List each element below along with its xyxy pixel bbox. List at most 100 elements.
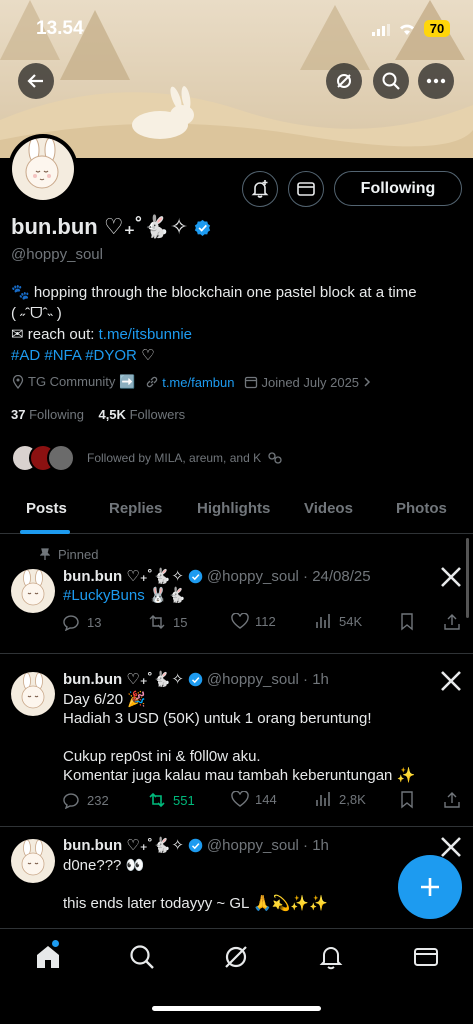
post-text-line: Komentar juga kalau mau tambah keberuntu… — [63, 767, 416, 784]
post-text: d0ne??? 👀 this ends later todayyy ~ GL 🙏… — [63, 856, 443, 913]
search-icon[interactable] — [128, 943, 156, 971]
chevron-right-icon[interactable] — [362, 376, 372, 388]
compose-post-button[interactable] — [398, 855, 462, 919]
like-button[interactable]: 144 — [231, 791, 277, 807]
post-text-line: Hadiah 3 USD (50K) untuk 1 orang beruntu… — [63, 710, 372, 727]
following-count-link[interactable]: 37 Following — [11, 407, 84, 422]
like-button[interactable]: 112 — [231, 613, 276, 629]
reply-icon — [63, 615, 79, 631]
bio-line: ✉ reach out: t.me/itsbunnie — [11, 324, 461, 345]
analytics-icon — [316, 614, 330, 628]
tab-videos[interactable]: Videos — [304, 500, 353, 517]
post-text-line: Day 6/20 🎉 — [63, 691, 146, 708]
repost-button[interactable]: 15 — [147, 613, 187, 631]
post-author-name[interactable]: bun.bun ♡₊˚🐇✧ — [63, 670, 184, 688]
following-count: 37 — [11, 407, 26, 422]
bio-hashtags[interactable]: #AD #NFA #DYOR — [11, 347, 137, 364]
views-count: 54K — [339, 613, 363, 629]
bunny-girl-avatar-icon — [21, 672, 45, 709]
bio-heart: ♡ — [141, 347, 155, 364]
reply-count: 13 — [87, 614, 102, 630]
status-bar: 13.54 70 — [0, 0, 473, 56]
bell-plus-icon — [251, 180, 269, 198]
followed-by-text: Followed by MILA, areum, and K — [87, 451, 262, 465]
back-button[interactable] — [18, 63, 54, 99]
like-count: 144 — [255, 791, 277, 807]
more-button[interactable] — [418, 63, 454, 99]
views-button[interactable]: 54K — [315, 613, 362, 629]
post-author-name[interactable]: bun.bun ♡₊˚🐇✧ — [63, 836, 184, 854]
repost-icon — [149, 615, 165, 629]
plus-icon — [421, 878, 439, 896]
website-item[interactable]: t.me/fambun — [145, 375, 234, 390]
post-author-avatar[interactable] — [11, 839, 55, 883]
reply-button[interactable]: 13 — [63, 613, 101, 631]
following-button[interactable]: Following — [334, 171, 462, 206]
bio-telegram-link[interactable]: t.me/itsbunnie — [99, 326, 192, 343]
share-icon[interactable] — [443, 791, 461, 809]
tab-photos[interactable]: Photos — [396, 500, 447, 517]
x-logo-icon — [441, 837, 461, 857]
post-header: bun.bun ♡₊˚🐇✧ @hoppy_soul · 1h — [63, 670, 329, 689]
profile-tabs: Posts Replies Highlights Videos Photos — [0, 486, 473, 534]
following-label: Following — [29, 407, 85, 422]
post-text: Day 6/20 🎉 Hadiah 3 USD (50K) untuk 1 or… — [63, 690, 443, 785]
calendar-icon — [245, 376, 258, 389]
follow-counts: 37 Following 4,5K Followers — [11, 407, 185, 422]
notifications-button[interactable] — [242, 171, 278, 207]
post-handle-time: @hoppy_soul · 24/08/25 — [206, 567, 371, 585]
tab-posts[interactable]: Posts — [26, 500, 67, 517]
post-author-avatar[interactable] — [11, 569, 55, 613]
views-button[interactable]: 2,8K — [315, 791, 366, 807]
repost-count: 15 — [173, 614, 188, 630]
profile-handle: @hoppy_soul — [11, 246, 103, 263]
bookmark-icon[interactable] — [399, 791, 415, 809]
joined-item: Joined July 2025 — [244, 375, 372, 390]
profile-avatar[interactable] — [8, 134, 78, 204]
bio-reach-out-label: ✉ reach out: — [11, 326, 99, 343]
post-item[interactable]: bun.bun ♡₊˚🐇✧ @hoppy_soul · 1h Day 6/20 … — [0, 654, 473, 827]
followers-label: Followers — [129, 407, 186, 422]
profile-meta: TG Community ➡️ t.me/fambun Joined July … — [11, 374, 378, 390]
tab-replies[interactable]: Replies — [109, 500, 162, 517]
tab-highlights[interactable]: Highlights — [197, 500, 270, 517]
post-hashtag[interactable]: #LuckyBuns 🐰🐇 — [63, 587, 186, 604]
location-pin-icon — [12, 375, 24, 389]
bio-line: 🐾 hopping through the blockchain one pas… — [11, 284, 417, 301]
grok-icon[interactable] — [222, 943, 250, 971]
joined-text: Joined July 2025 — [261, 374, 360, 390]
post-handle-time: @hoppy_soul · 1h — [206, 836, 329, 854]
post-header: bun.bun ♡₊˚🐇✧ @hoppy_soul · 1h — [63, 836, 329, 855]
envelope-icon[interactable] — [412, 943, 440, 971]
verified-badge-icon — [188, 672, 203, 686]
battery-indicator: 70 — [424, 20, 450, 37]
home-icon[interactable] — [34, 943, 62, 971]
analytics-icon — [316, 792, 330, 806]
views-count: 2,8K — [339, 791, 366, 807]
grok-icon — [337, 74, 351, 88]
grok-button[interactable] — [326, 63, 362, 99]
location-item: TG Community ➡️ — [11, 374, 135, 390]
profile-name: bun.bun ♡₊˚🐇✧ — [11, 214, 189, 239]
followers-count-link[interactable]: 4,5K Followers — [98, 407, 185, 422]
search-button[interactable] — [373, 63, 409, 99]
website-link[interactable]: t.me/fambun — [162, 375, 234, 390]
bookmark-icon[interactable] — [399, 613, 415, 631]
post-item[interactable]: bun.bun ♡₊˚🐇✧ @hoppy_soul · 24/08/25 #Lu… — [0, 538, 473, 654]
message-button[interactable] — [288, 171, 324, 207]
bell-icon[interactable] — [317, 943, 345, 971]
verified-badge-icon[interactable] — [194, 219, 211, 236]
post-text-line: Cukup rep0st ini & f0ll0w aku. — [63, 748, 261, 765]
post-author-avatar[interactable] — [11, 672, 55, 716]
more-dots-icon — [426, 78, 446, 84]
reply-count: 232 — [87, 792, 109, 808]
repost-button[interactable]: 551 — [147, 791, 195, 809]
post-text-line: this ends later todayyy ~ GL 🙏💫✨✨ — [63, 895, 328, 912]
like-count: 112 — [255, 613, 276, 629]
reply-button[interactable]: 232 — [63, 791, 109, 809]
post-header: bun.bun ♡₊˚🐇✧ @hoppy_soul · 24/08/25 — [63, 567, 371, 586]
post-author-name[interactable]: bun.bun ♡₊˚🐇✧ — [63, 567, 184, 585]
share-icon[interactable] — [443, 613, 461, 631]
post-text-line: d0ne??? 👀 — [63, 857, 145, 874]
followed-by-row[interactable]: Followed by MILA, areum, and K — [11, 443, 283, 473]
